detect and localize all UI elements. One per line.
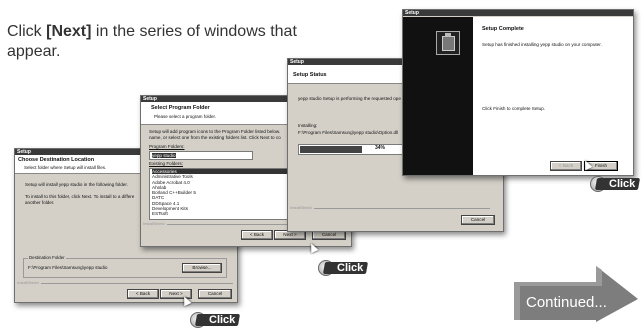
setup-banner <box>403 17 473 175</box>
body-line: name, or select one from the existing fo… <box>149 135 281 140</box>
header-subtitle: Select folder where Setup will install f… <box>24 165 107 170</box>
folder-list-item[interactable]: ESTsoft <box>152 211 290 216</box>
window-title: Setup <box>403 10 633 16</box>
continued-arrow: Continued... <box>512 260 640 322</box>
header-title: Setup Complete <box>482 26 524 32</box>
cancel-button[interactable]: Cancel <box>461 215 495 225</box>
cancel-button[interactable]: Cancel <box>198 289 232 299</box>
header-subtitle: Please select a program folder. <box>154 114 217 119</box>
program-folder-input[interactable]: yepp studio <box>149 151 253 160</box>
separator <box>290 208 490 209</box>
destination-path: F:\Program Files\Samsung\yepp studio <box>28 265 108 270</box>
header-title: Choose Destination Location <box>18 157 95 163</box>
click-label: Click <box>322 262 369 274</box>
progress-percent: 34% <box>375 145 386 151</box>
existing-folders-label: Existing Folders: <box>149 161 183 166</box>
installing-path: F:\Program Files\Samsung\yepp studio\Opt… <box>298 130 399 135</box>
browse-button[interactable]: Browse... <box>182 263 222 273</box>
setup-complete-window: Setup Setup Complete Setup has finished … <box>402 9 634 176</box>
group-label: Destination Folder <box>28 255 66 260</box>
separator <box>17 283 233 284</box>
program-folder-value: yepp studio <box>152 153 176 158</box>
installshield-label: InstallShield <box>17 280 41 285</box>
complete-panel: Setup Complete Setup has finished instal… <box>473 17 633 175</box>
installing-label: Installing: <box>298 123 318 128</box>
installshield-label: InstallShield <box>290 205 314 210</box>
complete-line: Setup has finished installing yepp studi… <box>482 42 602 47</box>
click-label: Click <box>594 178 641 190</box>
program-folders-label: Program Folders: <box>149 144 185 149</box>
body-line: Setup will install yepp studio in the fo… <box>25 182 128 187</box>
installshield-label: InstallShield <box>143 221 167 226</box>
status-line: yepp studio Setup is performing the requ… <box>298 96 401 101</box>
complete-line: Click Finish to complete Setup. <box>482 106 546 111</box>
header-title: Setup Status <box>293 72 327 78</box>
continued-label: Continued... <box>526 294 607 311</box>
header-title: Select Program Folder <box>151 105 210 111</box>
back-button[interactable]: < Back <box>127 289 159 299</box>
progress-fill <box>300 146 363 153</box>
instruction-text: Click [Next] in the series of windows th… <box>7 23 297 60</box>
existing-folders-list[interactable]: Accessories Administrative Tools Adobe Acr… <box>149 168 291 220</box>
continued-arrow-icon <box>514 266 638 322</box>
click-label: Click <box>194 314 241 326</box>
back-button[interactable]: < Back <box>241 230 273 240</box>
destination-folder-group: Destination Folder F:\Program Files\Sams… <box>23 255 227 278</box>
setup-box-icon <box>436 31 460 55</box>
back-button[interactable]: < Back <box>550 161 582 171</box>
body-line: another folder. <box>25 200 55 205</box>
